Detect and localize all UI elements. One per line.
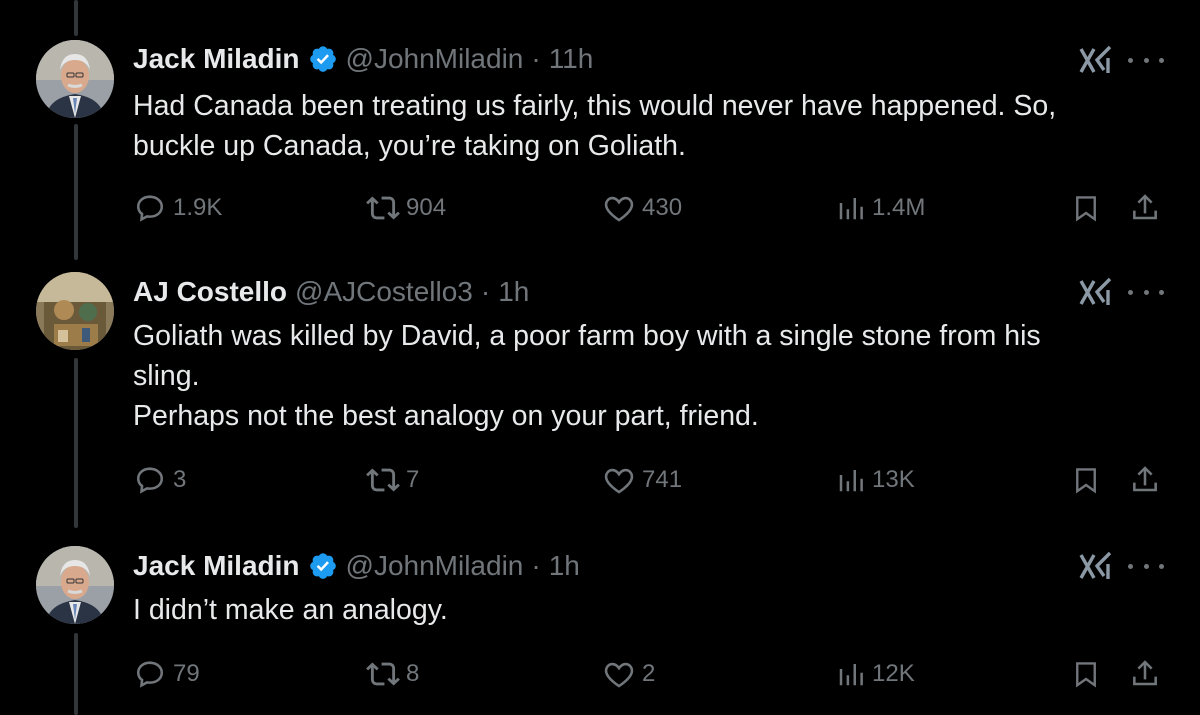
repost-arrows-icon — [366, 657, 400, 691]
author-handle[interactable]: @AJCostello3 — [295, 276, 473, 308]
timestamp[interactable]: 11h — [549, 43, 594, 75]
share-upload-icon[interactable] — [1128, 464, 1162, 501]
views-button[interactable]: 13K — [836, 460, 915, 500]
more-dots-icon[interactable] — [1128, 50, 1164, 70]
share-upload-icon[interactable] — [1128, 658, 1162, 695]
repost-button[interactable]: 8 — [366, 654, 419, 694]
tweet-actions: 79 8 2 12K — [0, 654, 1200, 694]
views-button[interactable]: 12K — [836, 654, 915, 694]
bar-chart-icon — [836, 193, 866, 223]
bookmark-icon[interactable] — [1071, 464, 1101, 501]
speech-bubble-icon — [133, 657, 167, 691]
repost-arrows-icon — [366, 191, 400, 225]
avatar-jack-miladin[interactable] — [36, 546, 114, 624]
tweet-text-line: I didn’t make an analogy. — [133, 594, 448, 626]
author-name[interactable]: Jack Miladin — [133, 43, 300, 75]
reply-count: 1.9K — [173, 194, 223, 221]
like-count: 2 — [642, 660, 656, 687]
tweet-header: Jack Miladin @JohnMiladin · 1h — [133, 546, 580, 586]
grok-icon[interactable] — [1078, 44, 1114, 76]
speech-bubble-icon — [133, 191, 167, 225]
reply-count: 79 — [173, 660, 200, 687]
bookmark-icon[interactable] — [1071, 658, 1101, 695]
like-button[interactable]: 2 — [602, 654, 655, 694]
thread-line-2 — [74, 358, 78, 528]
author-handle[interactable]: @JohnMiladin — [346, 550, 524, 582]
grok-icon[interactable] — [1078, 550, 1114, 582]
tweet-text: I didn’t make an analogy. — [133, 590, 1143, 630]
more-dots-icon[interactable] — [1128, 282, 1164, 302]
separator-dot: · — [531, 43, 541, 74]
grok-icon[interactable] — [1078, 276, 1114, 308]
repost-arrows-icon — [366, 463, 400, 497]
verified-badge-icon — [308, 44, 338, 74]
author-name[interactable]: AJ Costello — [133, 276, 287, 308]
views-count: 13K — [872, 466, 915, 493]
share-upload-icon[interactable] — [1128, 192, 1162, 229]
author-handle[interactable]: @JohnMiladin — [346, 43, 524, 75]
tweet-header: Jack Miladin @JohnMiladin · 11h — [133, 39, 593, 79]
tweet-text-line: sling. — [133, 360, 200, 392]
repost-count: 8 — [406, 660, 420, 687]
tweet-text: Goliath was killed by David, a poor farm… — [133, 316, 1143, 436]
bar-chart-icon — [836, 659, 866, 689]
tweet-text-line: buckle up Canada, you’re taking on Golia… — [133, 130, 686, 162]
repost-button[interactable]: 904 — [366, 188, 446, 228]
reply-button[interactable]: 79 — [133, 654, 200, 694]
like-count: 430 — [642, 194, 683, 221]
timestamp[interactable]: 1h — [498, 276, 529, 308]
bar-chart-icon — [836, 465, 866, 495]
like-button[interactable]: 741 — [602, 460, 682, 500]
more-dots-icon[interactable] — [1128, 556, 1164, 576]
views-button[interactable]: 1.4M — [836, 188, 925, 228]
tweet-actions: 3 7 741 13K — [0, 460, 1200, 500]
heart-icon — [602, 463, 636, 497]
avatar-jack-miladin[interactable] — [36, 40, 114, 118]
thread-line-top — [74, 0, 78, 36]
tweet-actions: 1.9K 904 430 1.4M — [0, 188, 1200, 228]
views-count: 1.4M — [872, 194, 926, 221]
author-name[interactable]: Jack Miladin — [133, 550, 300, 582]
reply-button[interactable]: 3 — [133, 460, 186, 500]
like-count: 741 — [642, 466, 683, 493]
bookmark-icon[interactable] — [1071, 192, 1101, 229]
tweet-header: AJ Costello @AJCostello3 · 1h — [133, 272, 529, 312]
speech-bubble-icon — [133, 463, 167, 497]
tweet-text-line: Perhaps not the best analogy on your par… — [133, 400, 759, 432]
reply-button[interactable]: 1.9K — [133, 188, 222, 228]
heart-icon — [602, 657, 636, 691]
tweet-text-line: Goliath was killed by David, a poor farm… — [133, 320, 1041, 352]
repost-count: 904 — [406, 194, 447, 221]
separator-dot: · — [480, 276, 491, 307]
verified-badge-icon — [308, 551, 338, 581]
heart-icon — [602, 191, 636, 225]
avatar-aj-costello[interactable] — [36, 272, 114, 350]
tweet-text: Had Canada been treating us fairly, this… — [133, 86, 1143, 166]
repost-count: 7 — [406, 466, 420, 493]
timestamp[interactable]: 1h — [549, 550, 580, 582]
reply-count: 3 — [173, 466, 187, 493]
separator-dot: · — [531, 550, 541, 581]
views-count: 12K — [872, 660, 915, 687]
like-button[interactable]: 430 — [602, 188, 682, 228]
repost-button[interactable]: 7 — [366, 460, 419, 500]
tweet-text-line: Had Canada been treating us fairly, this… — [133, 90, 1057, 122]
